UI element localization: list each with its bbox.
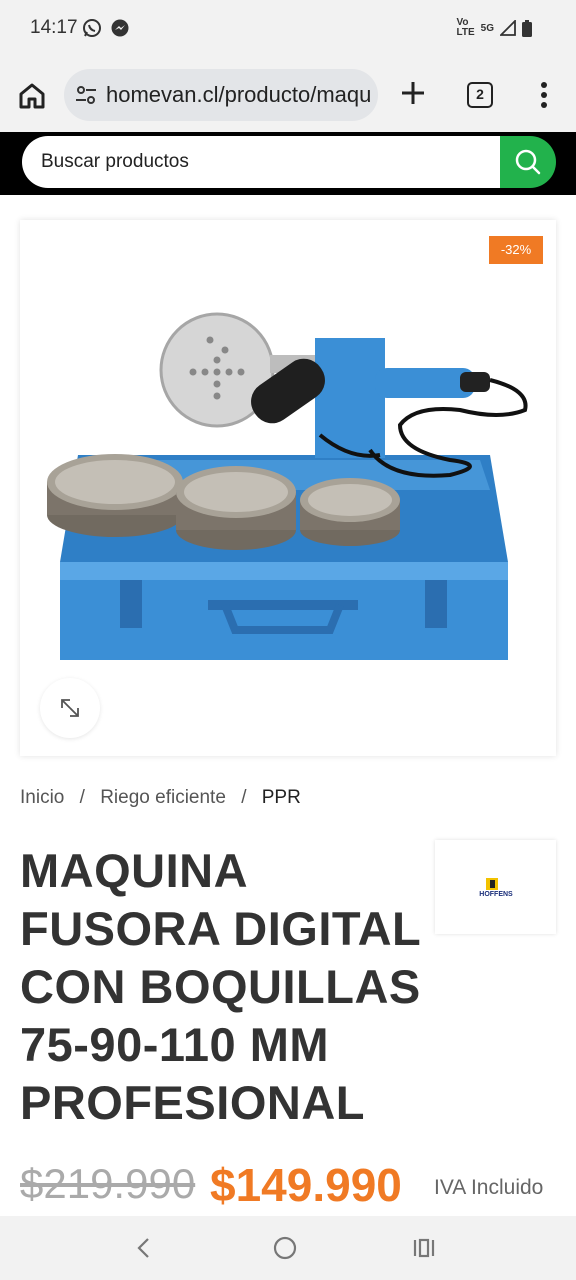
breadcrumb-category[interactable]: Riego eficiente [100,787,226,808]
home-icon[interactable] [16,80,48,112]
messenger-icon [111,19,129,37]
zoom-image-button[interactable] [40,678,100,738]
breadcrumb-home[interactable]: Inicio [20,787,64,808]
site-settings-icon[interactable] [74,83,98,107]
system-nav-bar [0,1216,576,1280]
expand-icon [61,699,79,717]
url-text[interactable]: homevan.cl/producto/maqu [106,82,372,108]
address-bar[interactable]: homevan.cl/producto/maqu [64,69,378,121]
price-row: $219.990 $149.990 IVA Incluido [20,1158,576,1216]
search-input[interactable]: Buscar productos [22,136,502,188]
battery-icon [522,19,532,37]
recents-icon[interactable] [410,1234,438,1262]
network-5g-icon: 5G [480,22,494,34]
discount-badge: -32% [489,236,543,264]
status-time: 14:17 [30,17,78,38]
breadcrumb: Inicio / Riego eficiente / PPR [20,787,301,809]
tax-note: IVA Incluido [434,1176,544,1199]
search-button[interactable] [500,136,556,188]
new-tab-icon[interactable] [398,78,428,108]
search-bar: Buscar productos [0,132,576,195]
breadcrumb-current[interactable]: PPR [262,787,301,808]
product-image-card[interactable]: -32% [20,220,556,756]
old-price: $219.990 [20,1160,196,1207]
brand-logo-text: HOFFENS [479,891,513,898]
whatsapp-icon [83,19,101,37]
sale-price: $149.990 [210,1159,402,1211]
signal-icon [500,20,516,36]
product-image [47,312,528,660]
product-title: MAQUINA FUSORA DIGITAL CON BOQUILLAS 75-… [20,844,421,1129]
more-menu-icon[interactable] [532,80,556,110]
breadcrumb-separator: / [241,787,247,808]
browser-toolbar: homevan.cl/producto/maqu 2 [0,56,576,132]
volte-icon: Vo LTE [456,17,475,38]
breadcrumb-separator: / [79,787,85,808]
home-nav-icon[interactable] [271,1234,299,1262]
brand-logo[interactable]: HOFFENS [435,840,556,934]
back-icon[interactable] [130,1234,158,1262]
search-icon [515,149,541,175]
tab-switcher-button[interactable]: 2 [467,82,493,108]
brand-logo-image: HOFFENS [479,878,513,898]
status-bar: 14:17 Vo LTE 5G [0,0,576,56]
